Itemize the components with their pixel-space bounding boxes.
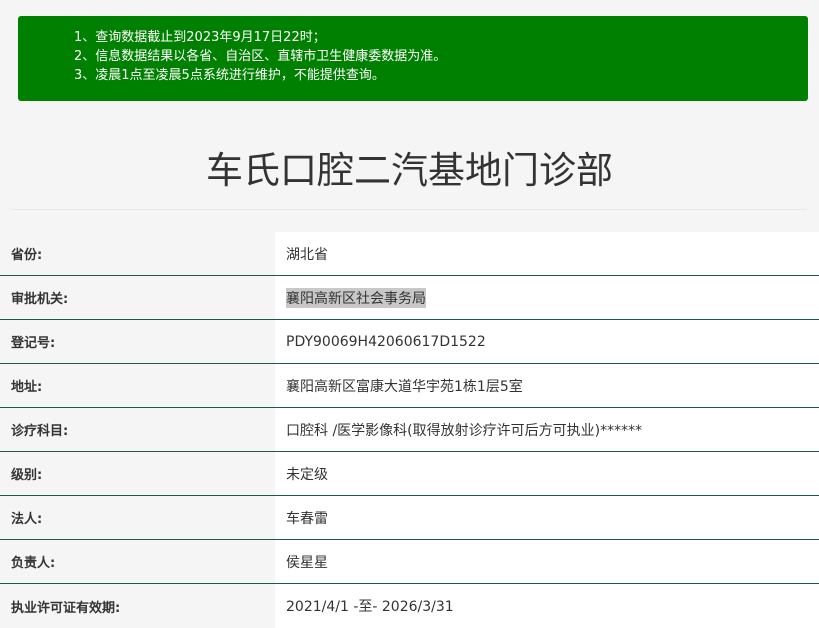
row-value[interactable]: PDY90069H42060617D1522 bbox=[275, 320, 819, 363]
notice-line: 2、信息数据结果以各省、自治区、直辖市卫生健康委数据为准。 bbox=[74, 49, 447, 64]
row-label: 审批机关: bbox=[0, 276, 275, 319]
departments-value[interactable]: 口腔科 /医学影像科(取得放射诊疗许可后方可执业)****** bbox=[286, 420, 642, 440]
info-table: 省份: 湖北省 审批机关: 襄阳高新区社会事务局 登记号: PDY90069H4… bbox=[0, 232, 819, 628]
row-value[interactable]: 襄阳高新区富康大道华宇苑1栋1层5室 bbox=[275, 364, 819, 407]
table-row-registration-number: 登记号: PDY90069H42060617D1522 bbox=[0, 320, 819, 364]
row-label: 法人: bbox=[0, 496, 275, 539]
row-value[interactable]: 口腔科 /医学影像科(取得放射诊疗许可后方可执业)****** bbox=[275, 408, 819, 451]
title-divider bbox=[12, 209, 807, 210]
notice-banner: 1、查询数据截止到2023年9月17日22时； 2、信息数据结果以各省、自治区、… bbox=[18, 16, 808, 101]
table-row-departments: 诊疗科目: 口腔科 /医学影像科(取得放射诊疗许可后方可执业)****** bbox=[0, 408, 819, 452]
row-value[interactable]: 未定级 bbox=[275, 452, 819, 495]
row-value[interactable]: 湖北省 bbox=[275, 232, 819, 275]
notice-line: 1、查询数据截止到2023年9月17日22时； bbox=[74, 30, 326, 45]
table-row-legal-person: 法人: 车春雷 bbox=[0, 496, 819, 540]
row-label: 登记号: bbox=[0, 320, 275, 363]
row-value[interactable]: 车春雷 bbox=[275, 496, 819, 539]
row-value[interactable]: 2021/4/1 -至- 2026/3/31 bbox=[275, 584, 819, 628]
table-row-level: 级别: 未定级 bbox=[0, 452, 819, 496]
person-in-charge-value[interactable]: 侯星星 bbox=[286, 552, 328, 572]
row-label: 地址: bbox=[0, 364, 275, 407]
legal-person-value[interactable]: 车春雷 bbox=[286, 508, 328, 528]
row-value[interactable]: 侯星星 bbox=[275, 540, 819, 583]
province-value[interactable]: 湖北省 bbox=[286, 244, 328, 264]
table-row-approval-authority: 审批机关: 襄阳高新区社会事务局 bbox=[0, 276, 819, 320]
license-validity-value[interactable]: 2021/4/1 -至- 2026/3/31 bbox=[286, 596, 454, 616]
address-value[interactable]: 襄阳高新区富康大道华宇苑1栋1层5室 bbox=[286, 376, 523, 396]
row-label: 省份: bbox=[0, 232, 275, 275]
registration-number-value[interactable]: PDY90069H42060617D1522 bbox=[286, 334, 486, 350]
notice-line: 3、凌晨1点至凌晨5点系统进行维护，不能提供查询。 bbox=[74, 68, 385, 83]
page-title: 车氏口腔二汽基地门诊部 bbox=[206, 149, 613, 192]
table-row-license-validity: 执业许可证有效期: 2021/4/1 -至- 2026/3/31 bbox=[0, 584, 819, 628]
row-label: 负责人: bbox=[0, 540, 275, 583]
table-row-address: 地址: 襄阳高新区富康大道华宇苑1栋1层5室 bbox=[0, 364, 819, 408]
row-label: 诊疗科目: bbox=[0, 408, 275, 451]
row-value[interactable]: 襄阳高新区社会事务局 bbox=[275, 276, 819, 319]
level-value[interactable]: 未定级 bbox=[286, 464, 328, 484]
approval-authority-value-selected[interactable]: 襄阳高新区社会事务局 bbox=[286, 287, 426, 308]
table-row-province: 省份: 湖北省 bbox=[0, 232, 819, 276]
row-label: 级别: bbox=[0, 452, 275, 495]
row-label: 执业许可证有效期: bbox=[0, 584, 275, 628]
table-row-person-in-charge: 负责人: 侯星星 bbox=[0, 540, 819, 584]
